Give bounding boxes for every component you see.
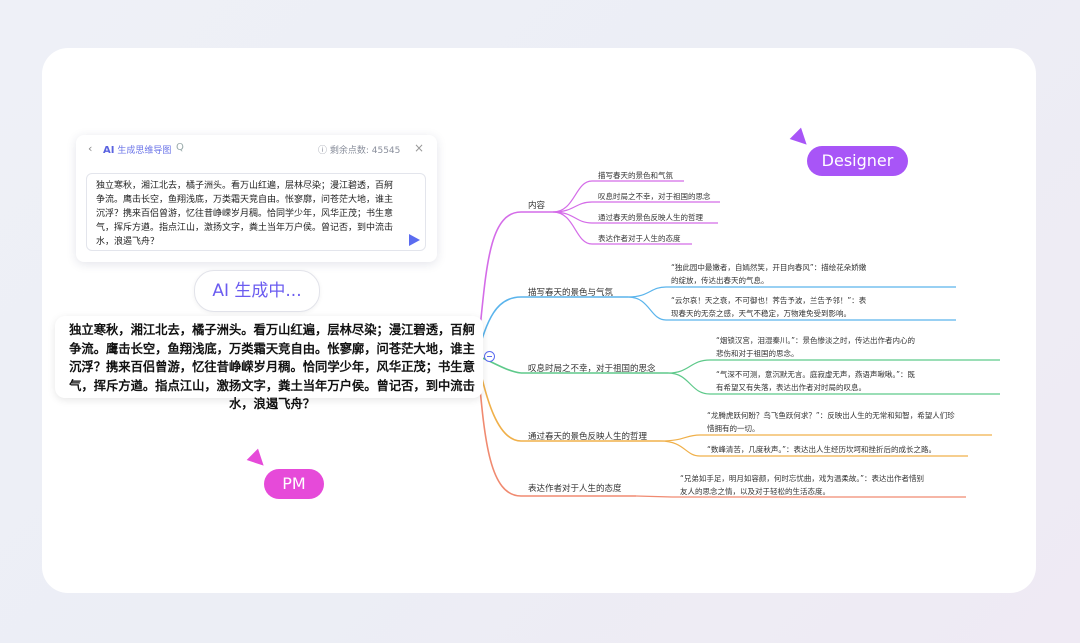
back-icon[interactable]: ‹ [88, 142, 92, 155]
leaf-1-2[interactable]: 叹息时局之不幸，对于祖国的思念 [598, 190, 711, 203]
ai-mindmap-panel: ‹ AI 生成思维导图 Q ⓘ 剩余点数: 45545 × 独立寒秋，湘江北去，… [76, 135, 437, 262]
panel-title-text: 生成思维导图 [114, 146, 172, 156]
leaf-4-1[interactable]: “龙腾虎跃何盼？鸟飞鱼跃何求？”：反映出人生的无常和知智，希望人们珍惜拥有的一切… [707, 409, 957, 435]
ai-panel-header: ‹ AI 生成思维导图 Q ⓘ 剩余点数: 45545 × [76, 135, 437, 163]
generating-status: AI 生成中... [194, 270, 320, 312]
branch-label-attitude[interactable]: 表达作者对于人生的态度 [528, 482, 622, 494]
leaf-3-2[interactable]: “气深不可测，意沉默无言。庭寂虚无声，燕语声啾啾。”：既有希望又有失落，表达出作… [716, 368, 916, 394]
prompt-textarea[interactable]: 独立寒秋，湘江北去，橘子洲头。看万山红遍，层林尽染；漫江碧透，百舸争流。鹰击长空… [86, 173, 426, 251]
leaf-1-4[interactable]: 表达作者对于人生的态度 [598, 232, 681, 245]
poem-node[interactable]: 独立寒秋，湘江北去，橘子洲头。看万山红遍，层林尽染；漫江碧透，百舸争流。鹰击长空… [55, 316, 483, 411]
leaf-3-1[interactable]: “烟锁汉宫，泪湿秦川。”：景色惨淡之时，传达出作者内心的悲伤和对于祖国的思念。 [716, 334, 916, 360]
pm-tag: PM [264, 469, 324, 499]
leaf-4-2[interactable]: “数峰清苦，几度秋声。”：表达出人生经历坎坷和挫折后的成长之路。 [707, 443, 936, 456]
search-icon[interactable]: Q [176, 142, 184, 153]
connector-branch-2 [476, 296, 522, 357]
leaf-5-1[interactable]: “兄弟如手足，明月如容颜，何时忘忧曲，戏为温柔故。”：表达出作者惜别友人的思念之… [680, 472, 930, 498]
branch-label-homeland[interactable]: 叹息时局之不幸，对于祖国的思念 [528, 362, 656, 374]
panel-title-ai: AI [103, 145, 115, 156]
panel-title: AI 生成思维导图 [103, 143, 171, 156]
branch-label-philosophy[interactable]: 通过春天的景色反映人生的哲理 [528, 430, 647, 442]
remaining-points: ⓘ 剩余点数: 45545 [318, 146, 401, 156]
branch-label-spring[interactable]: 描写春天的景色与气氛 [528, 286, 613, 298]
prompt-text: 独立寒秋，湘江北去，橘子洲头。看万山红遍，层林尽染；漫江碧透，百舸争流。鹰击长空… [96, 181, 394, 247]
leaf-1-3[interactable]: 通过春天的景色反映人生的哲理 [598, 211, 703, 224]
leaf-1-1[interactable]: 描写春天的景色和气氛 [598, 169, 673, 182]
leaf-2-2[interactable]: “云尔哀！天之衰，不可御也！荠告予波，兰告予邻！”：表现春天的无奈之感，天气不稳… [671, 294, 871, 320]
close-icon[interactable]: × [414, 141, 424, 155]
branch-label-content[interactable]: 内容 [528, 199, 545, 211]
poem-text: 独立寒秋，湘江北去，橘子洲头。看万山红遍，层林尽染；漫江碧透，百舸争流。鹰击长空… [69, 323, 475, 411]
leaf-2-1[interactable]: “独此园中最嫩者，自嫣然笑，开目向春风”：描绘花朵娇嫩的绽放，传达出春天的气息。 [671, 261, 871, 287]
designer-tag: Designer [807, 146, 908, 176]
send-icon[interactable] [409, 234, 420, 246]
collapse-toggle[interactable] [484, 351, 495, 362]
